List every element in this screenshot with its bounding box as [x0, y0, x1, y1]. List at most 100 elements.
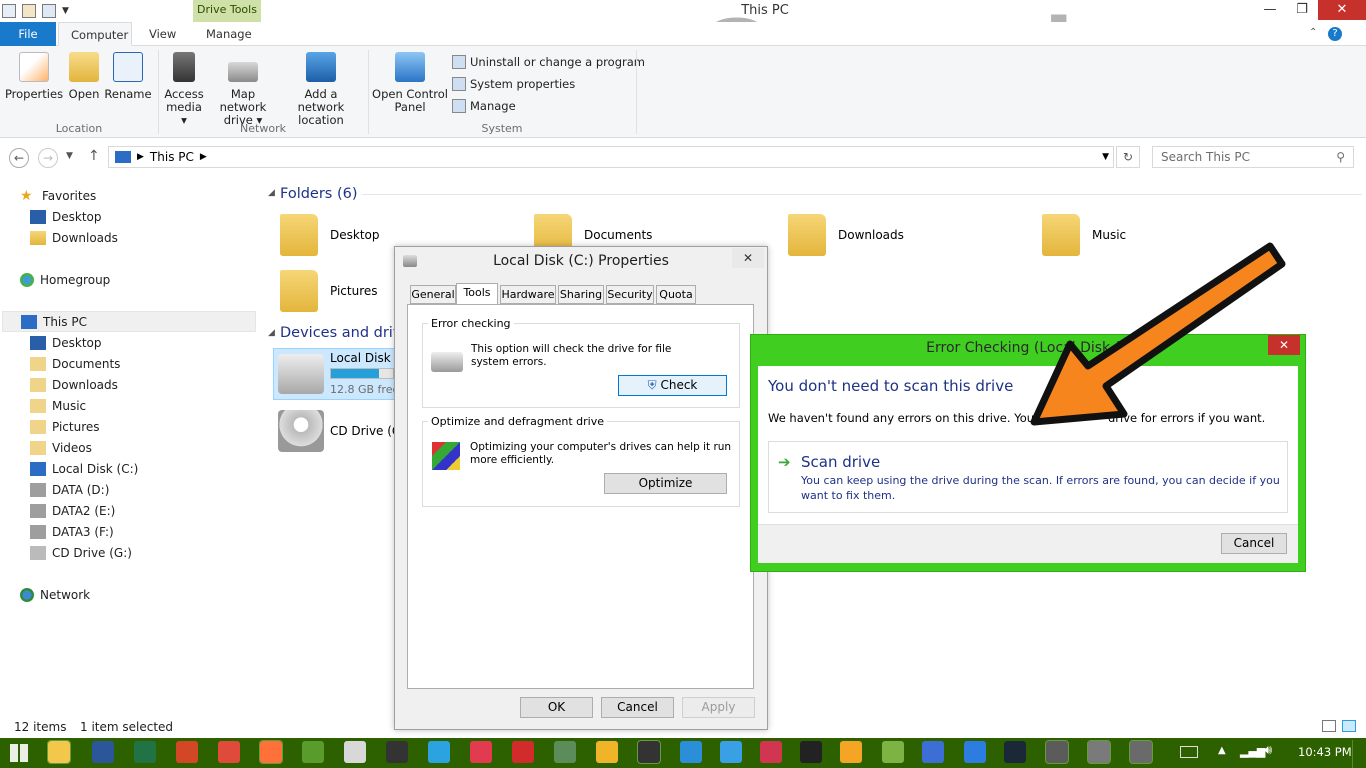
- tab-quota[interactable]: Quota: [656, 285, 696, 304]
- chevron-down-icon[interactable]: ▼: [62, 6, 69, 16]
- open-button[interactable]: Open: [65, 52, 103, 101]
- nav-item-cd-drive-g[interactable]: CD Drive (G:): [30, 542, 132, 563]
- error-dialog-cancel-button[interactable]: Cancel: [1221, 533, 1287, 554]
- taskbar-app-icon[interactable]: [302, 741, 324, 763]
- signal-icon[interactable]: ▂▄▆: [1240, 745, 1265, 758]
- forward-button[interactable]: →: [38, 148, 58, 168]
- taskbar-powerpoint-icon[interactable]: [176, 741, 198, 763]
- start-button[interactable]: [10, 744, 28, 762]
- tab-sharing[interactable]: Sharing: [558, 285, 604, 304]
- cd-drive-icon[interactable]: [278, 410, 324, 452]
- nav-item-desktop[interactable]: Desktop: [30, 332, 102, 353]
- map-network-drive-button[interactable]: Map network drive ▾: [207, 52, 279, 127]
- new-folder-icon[interactable]: [42, 4, 56, 18]
- tab-file[interactable]: File: [0, 22, 56, 46]
- show-desktop-button[interactable]: [1352, 740, 1366, 768]
- help-icon[interactable]: ?: [1328, 27, 1342, 41]
- ok-button[interactable]: OK: [520, 697, 593, 718]
- taskbar-app-icon[interactable]: [470, 741, 492, 763]
- breadcrumb[interactable]: This PC: [150, 150, 194, 164]
- taskbar-telegram-icon[interactable]: [428, 741, 450, 763]
- close-button[interactable]: ✕: [1318, 0, 1366, 20]
- address-bar[interactable]: ▶ This PC ▶ ▼: [108, 146, 1114, 168]
- tab-hardware[interactable]: Hardware: [500, 285, 556, 304]
- ribbon-collapse-icon[interactable]: ⌃: [1309, 27, 1317, 38]
- properties-button[interactable]: Properties: [5, 52, 63, 101]
- access-media-button[interactable]: Access media ▾: [162, 52, 206, 127]
- nav-this-pc[interactable]: This PC: [2, 311, 256, 332]
- nav-item-downloads[interactable]: Downloads: [30, 227, 118, 248]
- taskbar-terminal-icon[interactable]: [637, 740, 661, 764]
- taskbar-app-icon[interactable]: [344, 741, 366, 763]
- folder-desktop[interactable]: Desktop: [280, 214, 380, 256]
- minimize-button[interactable]: —: [1254, 0, 1286, 20]
- nav-item-music[interactable]: Music: [30, 395, 86, 416]
- taskbar-file-explorer-icon[interactable]: [47, 740, 71, 764]
- taskbar-app-icon[interactable]: [596, 741, 618, 763]
- address-dropdown-icon[interactable]: ▼: [1102, 152, 1109, 162]
- taskbar-app-icon[interactable]: [840, 741, 862, 763]
- collapse-devices-icon[interactable]: ◢: [268, 328, 275, 338]
- nav-item-pictures[interactable]: Pictures: [30, 416, 100, 437]
- nav-item-videos[interactable]: Videos: [30, 437, 92, 458]
- taskbar-app-icon[interactable]: [760, 741, 782, 763]
- nav-network[interactable]: Network: [20, 584, 90, 605]
- taskbar-app-icon[interactable]: [720, 741, 742, 763]
- tray-chevron-icon[interactable]: ▲: [1218, 745, 1226, 756]
- properties-icon[interactable]: [22, 4, 36, 18]
- taskbar-excel-icon[interactable]: [134, 741, 156, 763]
- nav-item-desktop[interactable]: Desktop: [30, 206, 102, 227]
- open-control-panel-button[interactable]: Open Control Panel: [372, 52, 448, 114]
- scan-drive-label[interactable]: Scan drive: [801, 453, 880, 471]
- taskbar-app-icon[interactable]: [512, 741, 534, 763]
- taskbar-firefox-icon[interactable]: [259, 740, 283, 764]
- nav-item-local-disk-c[interactable]: Local Disk (C:): [30, 458, 138, 479]
- tab-security[interactable]: Security: [606, 285, 654, 304]
- clock[interactable]: 10:43 PM: [1298, 745, 1352, 759]
- nav-item-data3-f[interactable]: DATA3 (F:): [30, 521, 114, 542]
- properties-close-button[interactable]: ✕: [732, 248, 764, 268]
- taskbar-app-icon[interactable]: [1045, 740, 1069, 764]
- tab-general[interactable]: General: [410, 285, 456, 304]
- cancel-button[interactable]: Cancel: [601, 697, 674, 718]
- taskbar-app-icon[interactable]: [800, 741, 822, 763]
- taskbar-app-icon[interactable]: [882, 741, 904, 763]
- check-button[interactable]: ⛨ Check: [618, 375, 727, 396]
- tab-view[interactable]: View: [137, 22, 187, 46]
- up-button[interactable]: ↑: [88, 148, 100, 164]
- taskbar-app-icon[interactable]: [680, 741, 702, 763]
- keyboard-icon[interactable]: [1180, 746, 1198, 758]
- taskbar-app-icon[interactable]: [922, 741, 944, 763]
- computer-icon[interactable]: [2, 4, 16, 18]
- details-view-icon[interactable]: [1322, 720, 1336, 732]
- taskbar-app-icon[interactable]: [386, 741, 408, 763]
- nav-favorites[interactable]: ★ Favorites: [20, 185, 96, 206]
- taskbar-app-icon[interactable]: [554, 741, 576, 763]
- search-input[interactable]: Search This PC ⚲: [1152, 146, 1354, 168]
- collapse-folders-icon[interactable]: ◢: [268, 188, 275, 198]
- nav-homegroup[interactable]: Homegroup: [20, 269, 110, 290]
- volume-icon[interactable]: 🔊︎: [1264, 743, 1272, 758]
- nav-item-data-d[interactable]: DATA (D:): [30, 479, 109, 500]
- taskbar-chrome-icon[interactable]: [218, 741, 240, 763]
- folder-downloads[interactable]: Downloads: [788, 214, 904, 256]
- optimize-button[interactable]: Optimize: [604, 473, 727, 494]
- recent-locations-chevron-icon[interactable]: ▼: [66, 151, 73, 161]
- add-network-location-button[interactable]: Add a network location: [281, 52, 361, 127]
- tab-computer[interactable]: Computer: [58, 22, 132, 46]
- taskbar-app-icon[interactable]: [1129, 740, 1153, 764]
- large-icons-view-icon[interactable]: [1342, 720, 1356, 732]
- taskbar-steam-icon[interactable]: [1004, 741, 1026, 763]
- tab-tools[interactable]: Tools: [456, 283, 498, 305]
- taskbar-app-icon[interactable]: [964, 741, 986, 763]
- rename-button[interactable]: Rename: [104, 52, 152, 101]
- nav-item-data2-e[interactable]: DATA2 (E:): [30, 500, 115, 521]
- nav-item-downloads[interactable]: Downloads: [30, 374, 118, 395]
- nav-item-documents[interactable]: Documents: [30, 353, 120, 374]
- system-properties-button[interactable]: System properties: [452, 75, 575, 93]
- uninstall-program-button[interactable]: Uninstall or change a program: [452, 53, 645, 71]
- manage-button[interactable]: Manage: [452, 97, 516, 115]
- back-button[interactable]: ←: [9, 148, 29, 168]
- taskbar-word-icon[interactable]: [92, 741, 114, 763]
- folder-pictures[interactable]: Pictures: [280, 270, 378, 312]
